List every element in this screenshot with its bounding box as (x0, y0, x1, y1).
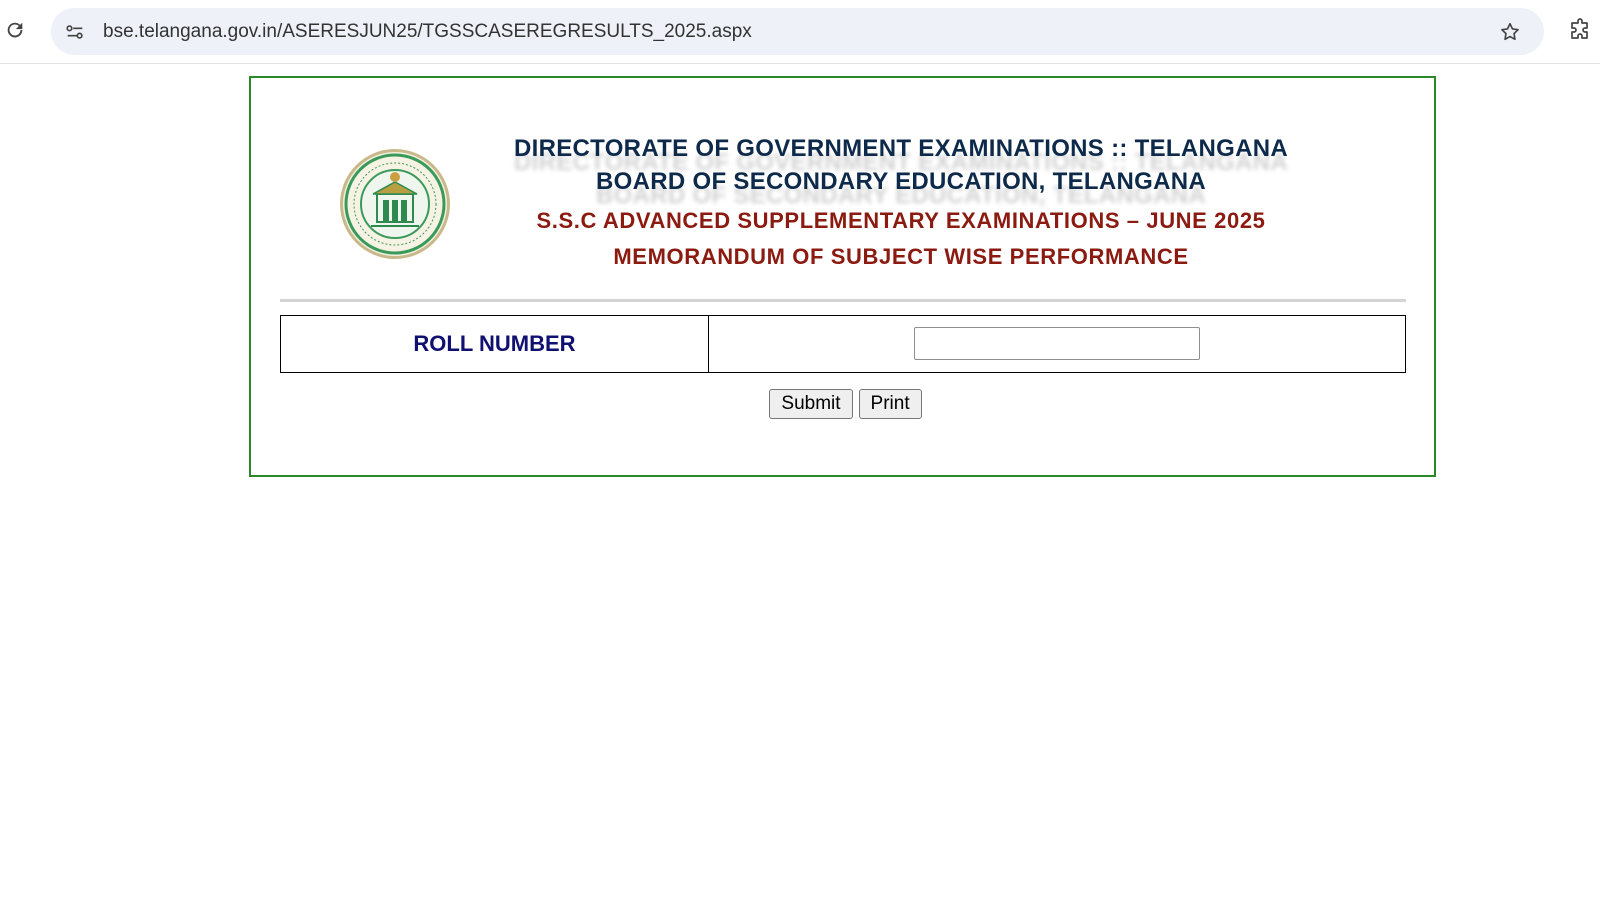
memorandum-heading: MEMORANDUM OF SUBJECT WISE PERFORMANCE (613, 244, 1189, 269)
address-bar[interactable]: bse.telangana.gov.in/ASERESJUN25/TGSSCAS… (51, 8, 1544, 55)
reload-icon[interactable] (2, 17, 28, 43)
extensions-icon[interactable] (1566, 16, 1594, 44)
exam-heading: S.S.C ADVANCED SUPPLEMENTARY EXAMINATION… (536, 208, 1266, 233)
site-info-icon[interactable] (61, 18, 89, 46)
print-button[interactable]: Print (858, 389, 922, 419)
roll-number-label-cell: ROLL NUMBER (281, 316, 709, 372)
page-headings: DIRECTORATE OF GOVERNMENT EXAMINATIONS :… (471, 132, 1331, 270)
star-icon[interactable] (1496, 18, 1524, 46)
submit-button[interactable]: Submit (769, 389, 853, 419)
browser-toolbar: bse.telangana.gov.in/ASERESJUN25/TGSSCAS… (0, 0, 1600, 64)
roll-number-table: ROLL NUMBER (280, 315, 1406, 373)
directorate-heading: DIRECTORATE OF GOVERNMENT EXAMINATIONS :… (514, 135, 1288, 162)
roll-number-label: ROLL NUMBER (413, 331, 576, 356)
url-text[interactable]: bse.telangana.gov.in/ASERESJUN25/TGSSCAS… (103, 21, 752, 43)
board-heading: BOARD OF SECONDARY EDUCATION, TELANGANA (596, 168, 1206, 195)
results-panel: DIRECTORATE OF GOVERNMENT EXAMINATIONS :… (249, 76, 1436, 477)
roll-number-input-cell (709, 316, 1405, 372)
form-buttons: Submit Print (251, 389, 1434, 419)
telangana-seal-logo (340, 149, 450, 259)
divider (280, 299, 1406, 302)
roll-number-input[interactable] (914, 327, 1200, 360)
